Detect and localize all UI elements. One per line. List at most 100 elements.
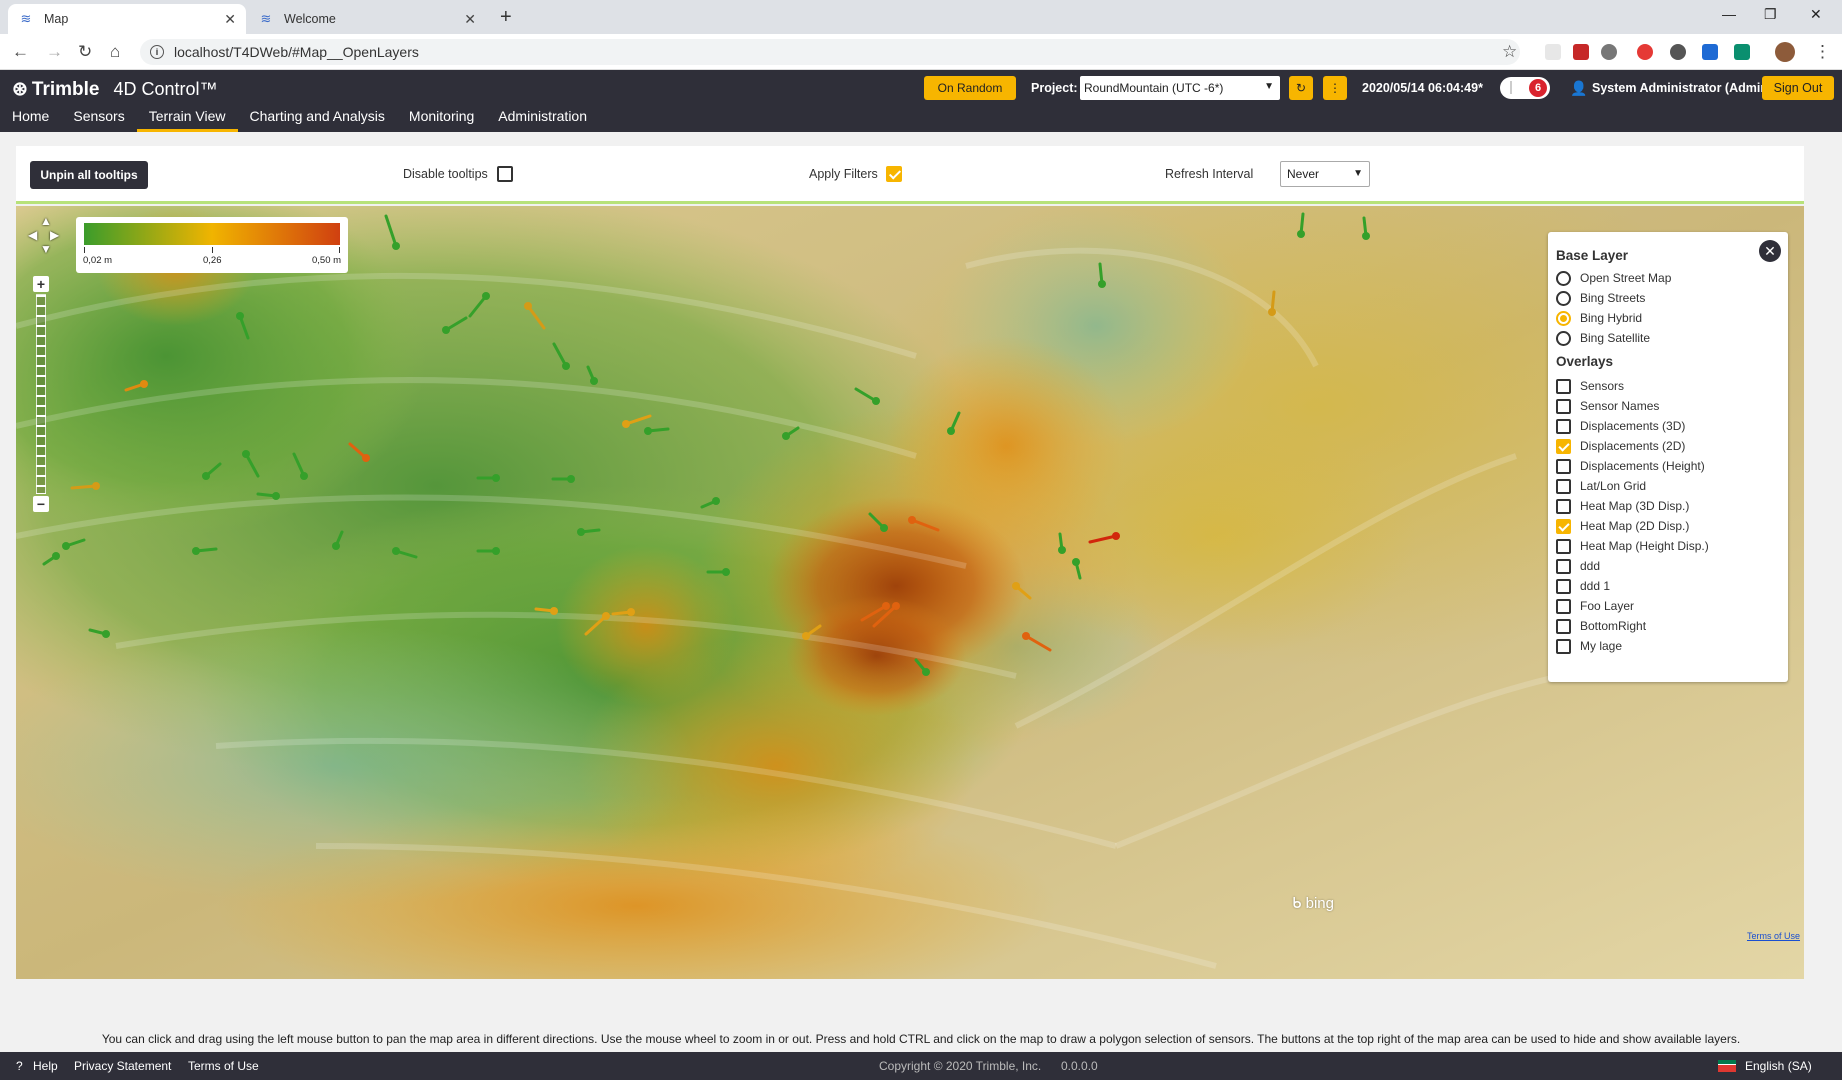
overlay-option[interactable]: Displacements (Height) xyxy=(1556,458,1705,474)
base-layer-option[interactable]: Bing Satellite xyxy=(1556,330,1650,346)
extension-icon[interactable] xyxy=(1573,44,1589,60)
terms-link[interactable]: Terms of Use xyxy=(188,1059,259,1073)
trimble-globe-icon: ⊛ xyxy=(12,79,28,100)
menu-terrain-view[interactable]: Terrain View xyxy=(136,106,238,132)
menu-home[interactable]: Home xyxy=(0,106,61,132)
minimize-icon[interactable]: — xyxy=(1722,6,1736,22)
refresh-button[interactable]: ↻ xyxy=(1289,76,1313,100)
project-label: Project: xyxy=(1031,81,1078,95)
forward-icon[interactable]: → xyxy=(46,42,63,62)
close-layers-button[interactable]: ✕ xyxy=(1759,240,1781,262)
pan-right-icon[interactable]: ▶ xyxy=(50,228,59,242)
browser-tab-welcome[interactable]: ≋ Welcome ✕ xyxy=(248,4,486,34)
checkbox[interactable] xyxy=(1556,618,1571,634)
user-name[interactable]: System Administrator (Admin) xyxy=(1592,81,1772,95)
overlay-option[interactable]: Sensor Names xyxy=(1556,398,1659,414)
window-close-icon[interactable]: ✕ xyxy=(1810,6,1822,23)
pan-control[interactable]: ▲ ◀ ▶ ▼ xyxy=(28,214,62,264)
menu-charting-and-analysis[interactable]: Charting and Analysis xyxy=(238,106,397,132)
overlay-option[interactable]: ddd 1 xyxy=(1556,578,1610,594)
map-canvas[interactable]: ▲ ◀ ▶ ▼ + − 0,02 m 0,26 0,50 m ✕ Base La… xyxy=(16,206,1804,979)
overlay-option[interactable]: Heat Map (3D Disp.) xyxy=(1556,498,1689,514)
zoom-slider[interactable] xyxy=(36,294,46,494)
overlay-option[interactable]: ddd xyxy=(1556,558,1600,574)
checkbox[interactable] xyxy=(1556,378,1571,394)
bookmark-star-icon[interactable]: ☆ xyxy=(1502,42,1517,62)
overlay-option[interactable]: Lat/Lon Grid xyxy=(1556,478,1646,494)
radio-button[interactable] xyxy=(1556,270,1571,286)
help-link[interactable]: Help xyxy=(33,1059,58,1073)
home-icon[interactable]: ⌂ xyxy=(110,42,120,62)
help-icon[interactable]: ? xyxy=(16,1059,23,1073)
menu-administration[interactable]: Administration xyxy=(486,106,599,132)
reload-icon[interactable]: ↻ xyxy=(78,42,92,62)
radio-button[interactable] xyxy=(1556,290,1571,306)
extension-icon[interactable] xyxy=(1702,44,1718,60)
radio-button[interactable] xyxy=(1556,310,1571,326)
checkbox[interactable] xyxy=(1556,578,1571,594)
back-icon[interactable]: ← xyxy=(12,42,29,62)
site-info-icon[interactable]: i xyxy=(150,45,164,59)
legend-mid-label: 0,26 xyxy=(203,255,222,266)
map-terms-link[interactable]: Terms of Use xyxy=(1747,931,1800,941)
unpin-all-tooltips-button[interactable]: Unpin all tooltips xyxy=(30,161,148,189)
new-tab-icon[interactable]: + xyxy=(500,6,512,29)
extension-icon[interactable] xyxy=(1545,44,1561,60)
overlay-option[interactable]: Heat Map (Height Disp.) xyxy=(1556,538,1709,554)
checkbox[interactable] xyxy=(1556,638,1571,654)
menu-sensors[interactable]: Sensors xyxy=(61,106,136,132)
menu-monitoring[interactable]: Monitoring xyxy=(397,106,486,132)
refresh-icon: ↻ xyxy=(1295,81,1307,95)
disable-tooltips-checkbox[interactable] xyxy=(497,166,513,182)
overlay-option[interactable]: My lage xyxy=(1556,638,1622,654)
maximize-icon[interactable]: ❐ xyxy=(1764,6,1777,23)
pan-down-icon[interactable]: ▼ xyxy=(40,242,52,256)
on-random-button[interactable]: On Random xyxy=(924,76,1016,100)
base-layer-option[interactable]: Open Street Map xyxy=(1556,270,1671,286)
base-layer-option[interactable]: Bing Hybrid xyxy=(1556,310,1642,326)
checkbox[interactable] xyxy=(1556,498,1571,514)
url-field[interactable]: i localhost/T4DWeb/#Map__OpenLayers xyxy=(140,39,1520,65)
apply-filters-checkbox[interactable] xyxy=(886,166,902,182)
checkbox[interactable] xyxy=(1556,538,1571,554)
checkbox[interactable] xyxy=(1556,398,1571,414)
close-tab-icon[interactable]: ✕ xyxy=(224,11,236,28)
radio-button[interactable] xyxy=(1556,330,1571,346)
checkbox[interactable] xyxy=(1556,558,1571,574)
zoom-in-button[interactable]: + xyxy=(33,276,49,292)
checkbox[interactable] xyxy=(1556,478,1571,494)
checkbox[interactable] xyxy=(1556,598,1571,614)
browser-menu-icon[interactable]: ⋮ xyxy=(1814,42,1831,62)
more-options-button[interactable]: ⋮ xyxy=(1323,76,1347,100)
overlay-option[interactable]: BottomRight xyxy=(1556,618,1646,634)
checkbox[interactable] xyxy=(1556,458,1571,474)
extension-icon[interactable] xyxy=(1601,44,1617,60)
refresh-interval-select[interactable]: Never ▼ xyxy=(1280,161,1370,187)
profile-avatar[interactable] xyxy=(1775,42,1795,62)
project-select[interactable]: RoundMountain (UTC -6*) ▼ xyxy=(1080,76,1280,100)
extension-icon[interactable] xyxy=(1734,44,1750,60)
browser-tab-map[interactable]: ≋ Map ✕ xyxy=(8,4,246,34)
trimble-logo[interactable]: ⊛ Trimble 4D Control™ xyxy=(12,78,218,101)
extension-icon[interactable] xyxy=(1670,44,1686,60)
zoom-out-button[interactable]: − xyxy=(33,496,49,512)
privacy-link[interactable]: Privacy Statement xyxy=(74,1059,171,1073)
pan-up-icon[interactable]: ▲ xyxy=(40,214,52,228)
overlay-option[interactable]: Displacements (3D) xyxy=(1556,418,1685,434)
language-select[interactable]: English (SA) xyxy=(1745,1059,1812,1073)
overlay-option[interactable]: Sensors xyxy=(1556,378,1624,394)
satellite-heatmap xyxy=(16,206,1804,979)
checkbox[interactable] xyxy=(1556,418,1571,434)
checkbox[interactable] xyxy=(1556,518,1571,534)
overlay-option[interactable]: Heat Map (2D Disp.) xyxy=(1556,518,1689,534)
sign-out-button[interactable]: Sign Out xyxy=(1762,76,1834,100)
extension-icon[interactable] xyxy=(1637,44,1653,60)
pan-left-icon[interactable]: ◀ xyxy=(28,228,37,242)
notifications-button[interactable]: 6 xyxy=(1500,77,1550,99)
checkbox[interactable] xyxy=(1556,438,1571,454)
close-tab-icon[interactable]: ✕ xyxy=(464,11,476,28)
overlay-option[interactable]: Displacements (2D) xyxy=(1556,438,1685,454)
base-layer-option[interactable]: Bing Streets xyxy=(1556,290,1645,306)
base-layer-label: Bing Satellite xyxy=(1580,331,1651,345)
overlay-option[interactable]: Foo Layer xyxy=(1556,598,1634,614)
